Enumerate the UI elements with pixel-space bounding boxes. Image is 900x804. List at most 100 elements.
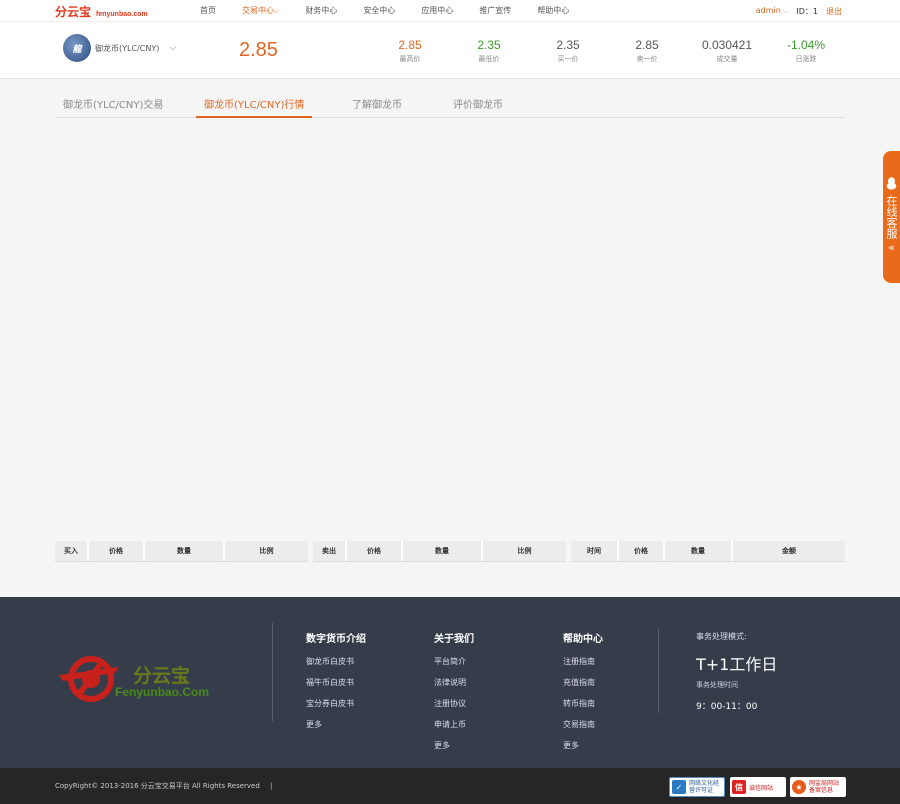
nav-item-trade-center-label: 交易中心 — [242, 6, 274, 15]
username: admin — [755, 6, 781, 15]
stat-label: 最高价 — [399, 55, 421, 63]
stat-high: 2.85 最高价 — [380, 38, 440, 64]
footer: 分云宝 Fenyunbao.Com 数字货币介绍 御龙币白皮书 福牛币白皮书 宝… — [0, 597, 900, 768]
user-id: ID：1 — [796, 7, 818, 16]
footer-link[interactable]: 御龙币白皮书 — [306, 656, 366, 667]
trust-icon: 信 — [732, 780, 746, 794]
stat-label: 成交量 — [716, 55, 738, 63]
footer-logo: 分云宝 Fenyunbao.Com — [55, 653, 235, 703]
footer-link[interactable]: 充值指南 — [563, 677, 603, 688]
footer-link[interactable]: 更多 — [563, 740, 603, 751]
badge-text: 网监局网站备案信息 — [809, 780, 840, 794]
badge-text: 网络文化经营许可证 — [689, 780, 720, 794]
stat-ask: 2.85 卖一价 — [617, 38, 677, 64]
stat-value: 2.35 — [477, 38, 501, 52]
footer-link[interactable]: 注册指南 — [563, 656, 603, 667]
footer-link[interactable]: 宝分券白皮书 — [306, 698, 366, 709]
footer-divider — [272, 623, 273, 721]
footer-col-coins: 数字货币介绍 御龙币白皮书 福牛币白皮书 宝分券白皮书 更多 — [306, 630, 366, 740]
copyright-text: CopyRight© 2013-2016 分云宝交易平台 All Rights … — [55, 782, 260, 790]
user-menu[interactable]: admin ⌵ — [756, 6, 789, 17]
trades-table-header: 时间 价格 数量 金额 — [571, 541, 845, 562]
stat-label: 卖一价 — [636, 55, 658, 63]
nav-item-help[interactable]: 帮助中心 — [537, 5, 569, 16]
column-header: 数量 — [145, 541, 225, 561]
footer-col-help: 帮助中心 注册指南 充值指南 转币指南 交易指南 更多 — [563, 630, 603, 761]
copyright: CopyRight© 2013-2016 分云宝交易平台 All Rights … — [55, 781, 272, 791]
badge-text: 诚信网站 — [749, 784, 774, 792]
footer-col-title: 数字货币介绍 — [306, 634, 366, 645]
footer-logo-text: 分云宝 — [133, 665, 191, 687]
footer-link[interactable]: 申请上币 — [434, 719, 474, 730]
stat-low: 2.35 最低价 — [459, 38, 519, 64]
coin-selector[interactable]: 龍 御龙币(YLC/CNY) ⌵ — [63, 34, 176, 62]
ticker-bar: 龍 御龙币(YLC/CNY) ⌵ 2.85 2.85 最高价 2.35 最低价 … — [0, 22, 900, 79]
footer-link[interactable]: 平台简介 — [434, 656, 474, 667]
bottom-bar: CopyRight© 2013-2016 分云宝交易平台 All Rights … — [0, 768, 900, 804]
police-record-badge[interactable]: ★ 网监局网站备案信息 — [790, 777, 846, 797]
footer-link[interactable]: 更多 — [306, 719, 366, 730]
stat-volume: 0.030421 成交量 — [690, 38, 764, 64]
sell-table-header: 卖出 价格 数量 比例 — [313, 541, 566, 562]
service-info: 事务处理模式: T+1工作日 事务处理时间 9：00-11：00 — [696, 631, 777, 712]
column-header: 数量 — [403, 541, 483, 561]
footer-link[interactable]: 转币指南 — [563, 698, 603, 709]
nav-item-finance[interactable]: 财务中心 — [305, 5, 337, 16]
footer-link[interactable]: 福牛币白皮书 — [306, 677, 366, 688]
brand-logo[interactable]: 分云宝 fenyunbao.com — [55, 3, 148, 20]
column-header: 价格 — [619, 541, 665, 561]
current-price: 2.85 — [239, 39, 278, 61]
column-header: 卖出 — [313, 541, 347, 561]
stat-label: 最低价 — [478, 55, 500, 63]
license-icon: ✓ — [672, 780, 686, 794]
footer-link[interactable]: 交易指南 — [563, 719, 603, 730]
service-mode: T+1工作日 — [696, 655, 778, 674]
tab-market[interactable]: 御龙币(YLC/CNY)行情 — [195, 96, 313, 118]
brand-domain: fenyunbao.com — [96, 11, 148, 18]
brand-name: 分云宝 — [55, 5, 92, 19]
footer-divider — [658, 629, 659, 713]
footer-col-title: 关于我们 — [434, 634, 474, 645]
footer-link[interactable]: 注册协议 — [434, 698, 474, 709]
tab-review-coin[interactable]: 评价御龙币 — [453, 96, 503, 111]
footer-link[interactable]: 更多 — [434, 740, 474, 751]
column-header: 金额 — [782, 547, 796, 555]
column-header: 价格 — [347, 541, 403, 561]
nav-menu: 首页 交易中心⌵ 财务中心 安全中心 应用中心 推广宣传 帮助中心 — [200, 5, 595, 16]
penguin-icon — [886, 177, 897, 190]
stat-value: 0.030421 — [701, 38, 753, 52]
chevron-down-icon: ⌵ — [274, 7, 280, 15]
nav-item-trade-center[interactable]: 交易中心⌵ — [242, 5, 279, 16]
logout-link[interactable]: 退出 — [826, 6, 842, 17]
online-service-tab[interactable]: 在线客服 « — [883, 151, 900, 283]
stat-value: 2.85 — [635, 38, 659, 52]
footer-col-title: 帮助中心 — [563, 634, 603, 645]
column-header: 买入 — [55, 541, 89, 561]
stat-value: 2.85 — [398, 38, 422, 52]
top-nav: 分云宝 fenyunbao.com 首页 交易中心⌵ 财务中心 安全中心 应用中… — [0, 0, 900, 22]
footer-col-about: 关于我们 平台简介 法律说明 注册协议 申请上币 更多 — [434, 630, 474, 761]
double-chevron-left-icon: « — [888, 241, 895, 254]
stat-bid: 2.35 买一价 — [538, 38, 598, 64]
user-box: admin ⌵ ID：1 退出 — [756, 6, 842, 17]
police-shield-icon: ★ — [792, 780, 806, 794]
nav-item-home[interactable]: 首页 — [200, 5, 216, 16]
copyright-separator: | — [270, 782, 273, 790]
coin-name: 御龙币(YLC/CNY) — [95, 43, 160, 53]
nav-item-apps[interactable]: 应用中心 — [421, 5, 453, 16]
tab-about-coin[interactable]: 了解御龙币 — [352, 96, 402, 111]
stat-change: -1.04% 日涨跌 — [776, 38, 836, 64]
online-service-label: 在线客服 — [885, 195, 898, 239]
column-header: 比例 — [517, 547, 532, 555]
service-time-label: 事务处理时间 — [696, 681, 738, 689]
nav-item-promotion[interactable]: 推广宣传 — [479, 5, 511, 16]
nav-item-security[interactable]: 安全中心 — [363, 5, 395, 16]
footer-link[interactable]: 法律说明 — [434, 677, 474, 688]
trusted-site-badge[interactable]: 信 诚信网站 — [730, 777, 786, 797]
stat-label: 买一价 — [557, 55, 579, 63]
culture-license-badge[interactable]: ✓ 网络文化经营许可证 — [669, 777, 725, 797]
chevron-down-icon: ⌵ — [780, 7, 789, 15]
tab-trade[interactable]: 御龙币(YLC/CNY)交易 — [63, 96, 163, 111]
stat-label: 日涨跌 — [795, 55, 817, 63]
column-header: 价格 — [89, 541, 145, 561]
